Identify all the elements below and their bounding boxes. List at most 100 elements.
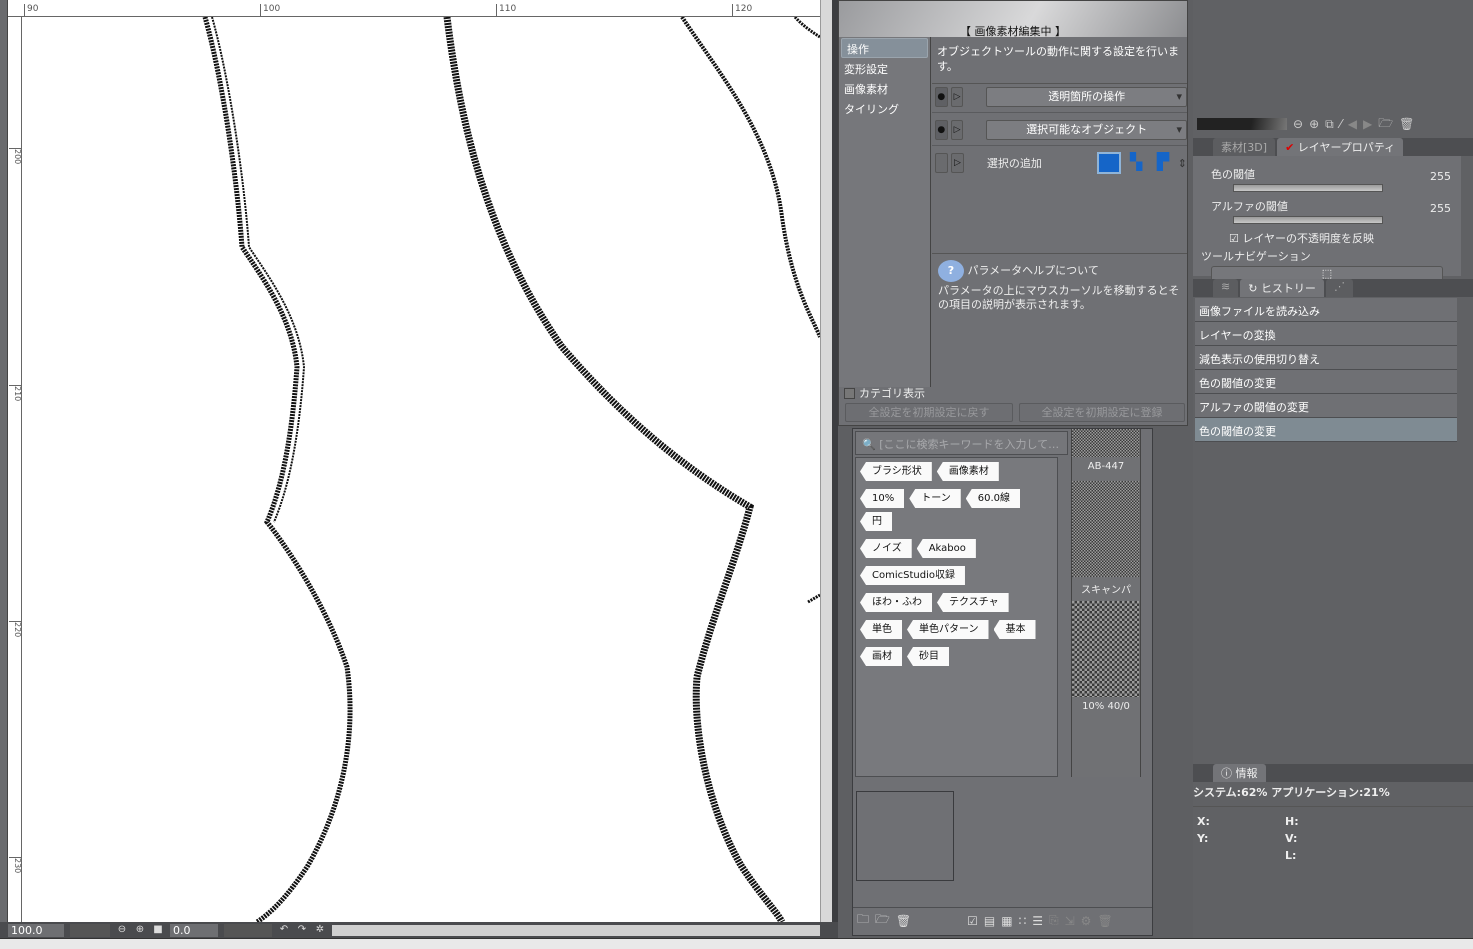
tag-chip[interactable]: 基本 [993,620,1036,639]
ruler-label: 230 [9,857,22,873]
eye-icon[interactable]: ● [935,119,948,140]
tag-chip[interactable]: 画材 [860,647,902,666]
param-row: ▷ 選択の追加 ▚ ▛ ⇕ [932,147,1187,179]
register-defaults-button[interactable]: 全設定を初期設定に登録 [1019,403,1185,422]
selection-add-icon[interactable]: ▚ [1124,152,1148,174]
eyedropper-icon[interactable]: ⁄ [1340,117,1342,131]
tag-chip[interactable]: ComicStudio収録 [860,566,965,585]
tab-3d-material[interactable]: 素材[3D] [1213,138,1276,156]
history-item[interactable]: 色の閾値の変更 [1195,370,1457,394]
rotate-right-icon[interactable]: ↷ [296,924,308,936]
tag-chip[interactable]: 単色パターン [907,620,989,639]
tag-chip[interactable]: 60.0線 [965,489,1020,508]
zoom-out-icon[interactable]: ⊖ [1293,117,1303,131]
material-thumbnail[interactable] [1072,481,1140,577]
tag-chip[interactable]: テクスチャ [937,593,1009,612]
edit-folder-icon[interactable]: 🗁 [875,910,890,931]
tag-chip[interactable]: 砂目 [907,647,949,666]
material-thumbnail[interactable] [1072,601,1140,697]
rotate-left-icon[interactable]: ↶ [278,924,290,936]
tag-chip[interactable]: 単色 [860,620,902,639]
folder-icon[interactable]: 🗁 [1378,114,1393,135]
eye-icon[interactable]: ● [935,86,948,107]
alpha-threshold-value[interactable]: 255 [1430,202,1451,215]
expand-icon[interactable]: ▷ [950,86,964,107]
history-item[interactable]: アルファの閾値の変更 [1195,394,1457,418]
tag-chip[interactable]: Akaboo [916,539,976,558]
trash-icon[interactable]: 🗑 [1097,914,1112,928]
tab-label: 情報 [1235,767,1258,780]
large-thumbnail-icon[interactable]: ▦ [1001,914,1012,928]
selection-new-icon[interactable] [1097,152,1122,174]
fit-screen-icon[interactable]: ■ [152,924,164,936]
history-item[interactable]: レイヤーの変換 [1195,322,1457,346]
export-icon[interactable]: ⇲ [1065,914,1075,928]
tag-chip[interactable]: 画像素材 [936,462,999,481]
category-item[interactable]: タイリング [839,99,930,119]
material-name[interactable]: AB-447 [1072,457,1140,481]
paste-icon[interactable]: ⎘ [1049,913,1059,928]
canvas-status-bar: 100.0 ⊖ ⊕ ■ 0.0 ↶ ↷ ✲ [0,922,838,938]
back-icon[interactable]: ◀ [1348,117,1357,131]
zoom-in-icon[interactable]: ⊕ [1309,117,1319,131]
material-thumbnail[interactable] [1072,429,1140,457]
zoom-in-icon[interactable]: ⊕ [134,924,146,936]
reset-all-button[interactable]: 全設定を初期設定に戻す [845,403,1013,422]
forward-icon[interactable]: ▶ [1363,117,1372,131]
settings-icon[interactable]: ⚙ [1081,914,1092,928]
drawing-canvas[interactable] [22,15,822,925]
history-item[interactable]: 画像ファイルを読み込み [1195,298,1457,322]
tag-chip[interactable]: 円 [860,512,892,531]
material-name[interactable]: スキャンパ [1072,577,1140,601]
tag-chip[interactable]: ノイズ [860,539,912,558]
category-item[interactable]: 変形設定 [839,59,930,79]
zoom-level-field[interactable]: 100.0 [8,923,64,937]
selection-subtract-icon[interactable]: ▛ [1151,152,1175,174]
category-display-checkbox[interactable] [844,387,855,399]
canvas-horizontal-scrollbar[interactable] [332,924,820,936]
zoom-slider[interactable] [70,923,110,937]
new-folder-icon[interactable]: 🗀 [857,910,869,931]
alpha-threshold-slider[interactable] [1233,216,1383,224]
history-tabs: ≋ ↻ ヒストリー ⋰ [1193,279,1473,297]
reset-rotation-icon[interactable]: ✲ [314,924,326,936]
rotation-slider[interactable] [224,923,272,937]
category-item[interactable]: 操作 [841,38,928,58]
color-threshold-slider[interactable] [1233,184,1383,192]
transparent-area-dropdown[interactable]: 透明箇所の操作 [986,86,1187,107]
tag-chip[interactable]: トーン [909,489,961,508]
eye-placeholder[interactable] [935,153,948,173]
material-name[interactable]: 10% 40/0 [1072,697,1140,721]
expand-icon[interactable]: ▷ [950,119,964,140]
trash-icon[interactable]: 🗑 [1399,117,1414,131]
reflect-opacity-checkbox[interactable]: ☑ [1229,232,1239,245]
tag-chip[interactable]: ブラシ形状 [860,462,932,481]
tool-property-subwindow: 【 画像素材編集中 】 操作 変形設定 画像素材 タイリング オブジェクトツール… [838,0,1188,426]
check-icon[interactable]: ☑ [967,914,978,928]
category-display-label: カテゴリ表示 [859,387,925,400]
history-icon: ↻ [1248,282,1258,295]
tab-layers[interactable]: ≋ [1213,279,1239,297]
delete-folder-icon[interactable]: 🗑 [896,914,911,928]
list-view-icon[interactable]: ☰ [1032,914,1043,928]
tag-chip[interactable]: 10% [860,489,905,508]
color-threshold-value[interactable]: 255 [1430,170,1451,183]
detail-view-icon[interactable]: ▤ [984,914,995,928]
tab-layer-property[interactable]: ✔ レイヤープロパティ [1277,138,1404,156]
fit-icon[interactable]: ⧉ [1325,117,1334,132]
expand-icon[interactable]: ▷ [950,153,964,173]
navigator-zoom-slider[interactable] [1197,118,1287,130]
tab-history[interactable]: ↻ ヒストリー [1240,279,1324,297]
rotation-angle-field[interactable]: 0.0 [170,923,218,937]
category-item[interactable]: 画像素材 [839,79,930,99]
spinner-icon[interactable]: ⇕ [1178,157,1187,170]
small-thumbnail-icon[interactable]: ∷ [1019,914,1027,928]
zoom-out-icon[interactable]: ⊖ [116,924,128,936]
canvas-vertical-scrollbar[interactable] [820,0,832,922]
history-item[interactable]: 減色表示の使用切り替え [1195,346,1457,370]
history-item[interactable]: 色の閾値の変更 [1195,418,1457,442]
tag-chip[interactable]: ほわ・ふわ [860,593,932,612]
tab-auto-action[interactable]: ⋰ [1325,279,1353,297]
material-search-input[interactable]: 🔍 [ここに検索キーワードを入力して… [855,431,1068,455]
selectable-objects-dropdown[interactable]: 選択可能なオブジェクト [986,119,1187,140]
